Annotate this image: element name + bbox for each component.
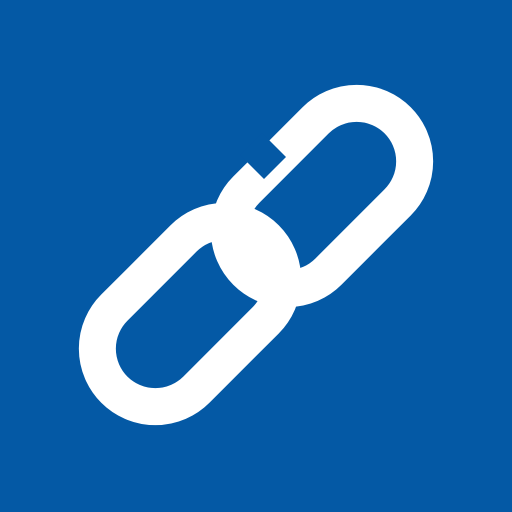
link-icon [78,84,434,426]
link-app-icon[interactable] [0,0,512,512]
upper-chain-link [210,84,434,308]
lower-chain-link [78,202,302,426]
